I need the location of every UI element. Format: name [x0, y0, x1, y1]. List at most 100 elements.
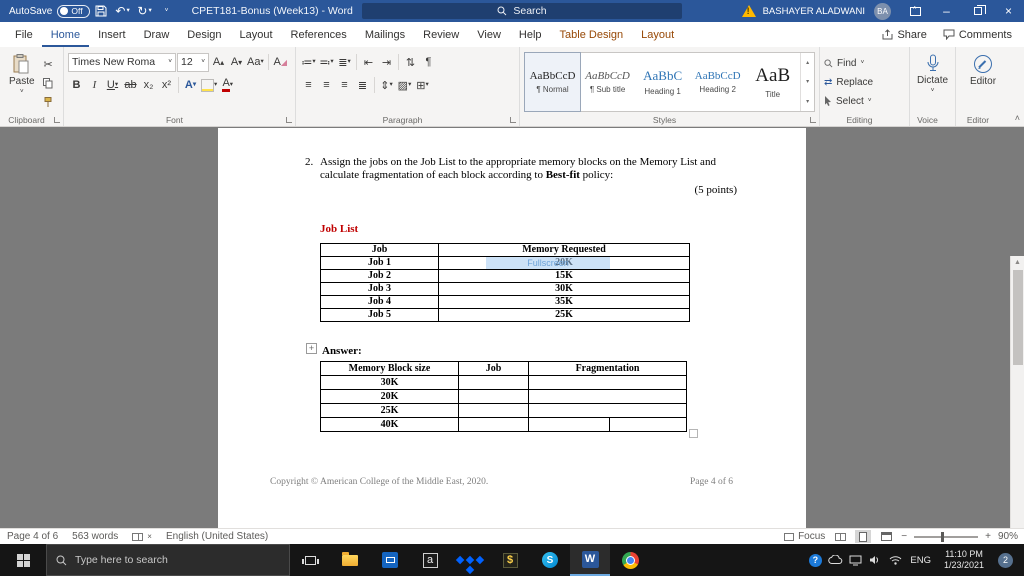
- taskbar-search-box[interactable]: Type here to search: [46, 544, 290, 576]
- tab-home[interactable]: Home: [42, 22, 89, 47]
- chrome-button[interactable]: [610, 544, 650, 576]
- scroll-up-arrow[interactable]: ▲: [1011, 256, 1024, 269]
- table-cell[interactable]: [527, 389, 688, 404]
- language-indicator[interactable]: ENG: [905, 555, 936, 566]
- tab-table-layout[interactable]: Layout: [632, 22, 683, 47]
- minimize-button[interactable]: –: [931, 0, 962, 22]
- tab-review[interactable]: Review: [414, 22, 468, 47]
- focus-mode-button[interactable]: Focus: [784, 531, 825, 542]
- styles-scroll-up[interactable]: ▴: [801, 53, 814, 72]
- superscript-button[interactable]: x²: [158, 76, 175, 95]
- comments-button[interactable]: Comments: [943, 29, 1012, 41]
- zoom-level[interactable]: 90%: [998, 531, 1018, 542]
- titlebar-search-box[interactable]: Search: [362, 3, 682, 19]
- amazon-app-button[interactable]: a: [410, 544, 450, 576]
- tab-table-design[interactable]: Table Design: [551, 22, 633, 47]
- table-cell[interactable]: 35K: [438, 295, 690, 309]
- strikethrough-button[interactable]: ab: [122, 76, 139, 95]
- print-layout-button[interactable]: [855, 530, 872, 543]
- read-mode-button[interactable]: [832, 530, 848, 543]
- paste-button[interactable]: Paste ˅: [4, 52, 40, 111]
- finance-app-button[interactable]: $: [490, 544, 530, 576]
- change-case-button[interactable]: Aa ▾: [246, 53, 265, 72]
- style-title[interactable]: AaB Title: [745, 53, 800, 111]
- styles-more-button[interactable]: ▾: [801, 92, 814, 111]
- dictate-button[interactable]: Dictate ˅: [914, 52, 951, 97]
- taskbar-clock[interactable]: 11:10 PM 1/23/2021: [936, 549, 992, 572]
- word-taskbar-button[interactable]: W: [570, 544, 610, 576]
- copy-button[interactable]: [40, 75, 57, 91]
- justify-button[interactable]: ≣: [354, 76, 371, 95]
- tab-draw[interactable]: Draw: [135, 22, 179, 47]
- table-move-handle[interactable]: +: [306, 343, 317, 354]
- replace-button[interactable]: ⇄ Replace: [824, 74, 905, 90]
- table-cell[interactable]: [458, 403, 529, 418]
- zoom-out-button[interactable]: −: [901, 531, 907, 542]
- share-button[interactable]: Share: [882, 29, 927, 41]
- cut-button[interactable]: ✂: [40, 56, 57, 72]
- select-button[interactable]: Select ˅: [824, 93, 905, 109]
- save-button[interactable]: [90, 0, 112, 22]
- shading-button[interactable]: ▨ ▾: [396, 76, 413, 95]
- job-list-title[interactable]: Job List: [320, 223, 358, 235]
- increase-indent-button[interactable]: ⇥: [378, 53, 395, 72]
- table-cell[interactable]: [458, 417, 529, 432]
- status-proofing[interactable]: ×: [125, 532, 159, 541]
- mail-app-button[interactable]: [370, 544, 410, 576]
- table-cell[interactable]: Job 4: [320, 295, 439, 309]
- warning-icon[interactable]: [741, 5, 756, 17]
- grow-font-button[interactable]: A ▴: [210, 53, 227, 72]
- start-button[interactable]: [0, 544, 46, 576]
- tab-references[interactable]: References: [282, 22, 356, 47]
- close-button[interactable]: ×: [993, 0, 1024, 22]
- redo-button[interactable]: ↻ ▾: [134, 0, 156, 22]
- table-cell[interactable]: [458, 375, 529, 390]
- shrink-font-button[interactable]: A ▾: [228, 53, 245, 72]
- table-cell[interactable]: 25K: [438, 308, 690, 322]
- borders-button[interactable]: ⊞ ▾: [414, 76, 431, 95]
- table-cell[interactable]: Job 2: [320, 269, 439, 283]
- font-dialog-launcher[interactable]: [286, 117, 292, 123]
- font-size-combo[interactable]: 12 ˅: [177, 52, 209, 72]
- dropbox-button[interactable]: [450, 544, 490, 576]
- table-cell[interactable]: 30K: [438, 282, 690, 296]
- align-left-button[interactable]: ≡: [300, 76, 317, 95]
- style-normal[interactable]: AaBbCcD ¶ Normal: [523, 52, 582, 112]
- zoom-slider[interactable]: [914, 531, 979, 542]
- zoom-slider-thumb[interactable]: [941, 531, 945, 542]
- tab-file[interactable]: File: [6, 22, 42, 47]
- display-tray-button[interactable]: [845, 544, 865, 576]
- table-cell[interactable]: 40K: [320, 417, 459, 432]
- table-cell[interactable]: [458, 389, 529, 404]
- line-spacing-button[interactable]: ⇕ ▾: [378, 76, 395, 95]
- paragraph-dialog-launcher[interactable]: [510, 117, 516, 123]
- tab-design[interactable]: Design: [178, 22, 230, 47]
- italic-button[interactable]: I: [86, 76, 103, 95]
- collapse-ribbon-button[interactable]: ˄: [1015, 113, 1020, 123]
- document-page[interactable]: 2. Assign the jobs on the Job List to th…: [218, 128, 806, 528]
- show-formatting-button[interactable]: ¶: [420, 53, 437, 72]
- table-cell[interactable]: 25K: [320, 403, 459, 418]
- table-cell[interactable]: Job 1: [320, 256, 439, 270]
- text-highlight-button[interactable]: ▾: [200, 76, 218, 95]
- answer-header-block-size[interactable]: Memory Block size: [320, 361, 459, 376]
- table-cell[interactable]: 30K: [320, 375, 459, 390]
- table-cell[interactable]: [527, 403, 688, 418]
- clear-formatting-button[interactable]: A ◢: [272, 53, 289, 72]
- tab-layout[interactable]: Layout: [231, 22, 282, 47]
- tab-view[interactable]: View: [468, 22, 510, 47]
- restore-button[interactable]: [962, 0, 993, 22]
- answer-table[interactable]: Memory Block size Job Fragmentation 30K …: [320, 361, 688, 432]
- table-cell[interactable]: [528, 417, 610, 432]
- scrollbar-thumb[interactable]: [1013, 270, 1023, 365]
- web-layout-button[interactable]: [878, 530, 894, 543]
- styles-scroll-down[interactable]: ▾: [801, 72, 814, 91]
- style-subtitle[interactable]: AaBbCcD ¶ Sub title: [580, 53, 635, 111]
- table-cell[interactable]: [527, 375, 688, 390]
- tab-mailings[interactable]: Mailings: [356, 22, 414, 47]
- style-heading2[interactable]: AaBbCcD Heading 2: [690, 53, 745, 111]
- tab-insert[interactable]: Insert: [89, 22, 135, 47]
- zoom-in-button[interactable]: +: [985, 531, 991, 542]
- quick-access-toolbar-menu[interactable]: ˅: [156, 0, 178, 22]
- job-table-header-job[interactable]: Job: [320, 243, 439, 257]
